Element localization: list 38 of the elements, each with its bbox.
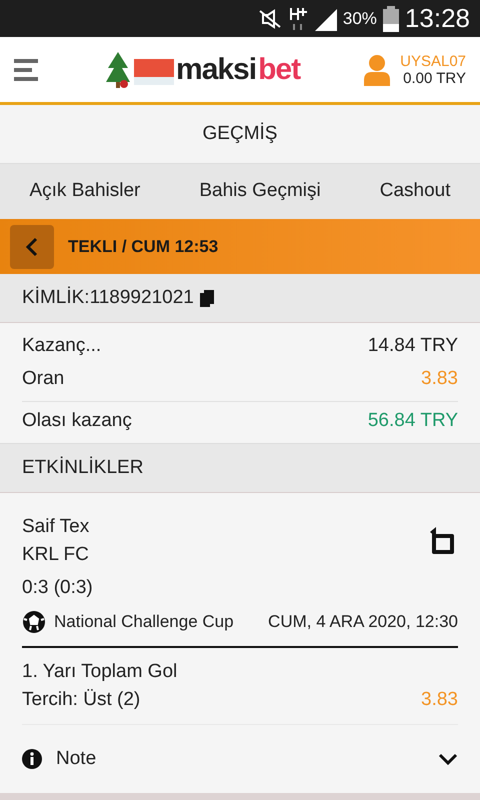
- tab[interactable]: Açık Bahisler: [25, 172, 144, 210]
- summary-value: 14.84 TRY: [368, 334, 458, 357]
- summary-value: 3.83: [421, 368, 458, 390]
- bet-id: KİMLİK:1189921021: [22, 287, 194, 310]
- section-title: ETKİNLİKLER: [22, 457, 144, 480]
- mute-icon: [256, 8, 283, 30]
- username: UYSAL07: [400, 52, 466, 70]
- back-button[interactable]: [10, 224, 54, 268]
- clock: 13:28: [404, 3, 470, 34]
- balance: 0.00 TRY: [403, 70, 466, 87]
- logo-text: bet: [258, 52, 300, 87]
- market-name: 1. Yarı Toplam Gol: [22, 660, 178, 684]
- summary-label: Kazanç...: [22, 334, 102, 357]
- tree-icon: [104, 50, 132, 90]
- tab[interactable]: Cashout: [376, 172, 454, 210]
- battery-percent: 30%: [342, 8, 377, 28]
- network-icon: [288, 6, 307, 32]
- summary-value: 56.84 TRY: [368, 410, 458, 432]
- signal-icon: [312, 6, 337, 30]
- event-date: CUM, 4 ARA 2020, 12:30: [268, 612, 458, 632]
- away-team: KRL FC: [22, 543, 90, 568]
- summary-label: Oran: [22, 368, 64, 390]
- battery-icon: [382, 6, 399, 32]
- summary-label: Olası kazanç: [22, 410, 132, 432]
- pick-odds: 3.83: [421, 689, 458, 712]
- home-team: Saif Tex: [22, 515, 90, 540]
- copy-icon[interactable]: [200, 290, 214, 307]
- bet-title: TEKLI / CUM 12:53: [68, 236, 218, 256]
- league-name: National Challenge Cup: [54, 612, 234, 632]
- pick: Tercih: Üst (2): [22, 688, 140, 712]
- note-toggle[interactable]: Note: [22, 748, 96, 770]
- tab[interactable]: Bahis Geçmişi: [195, 172, 325, 210]
- score: 0:3 (0:3): [22, 576, 94, 600]
- menu-icon[interactable]: [14, 56, 40, 83]
- football-icon: [22, 610, 46, 634]
- chevron-icon[interactable]: [438, 752, 458, 766]
- info-icon: [22, 749, 42, 770]
- logo-text: maksi: [176, 52, 256, 87]
